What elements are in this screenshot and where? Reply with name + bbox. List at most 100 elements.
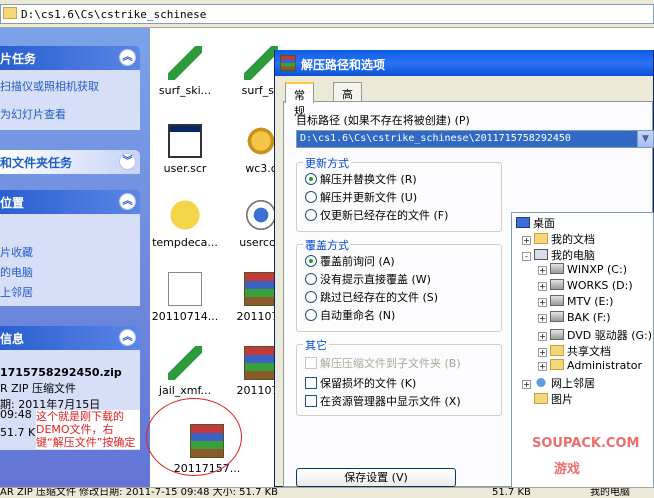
picture-tasks-header[interactable]: 片任务 ︽ — [0, 46, 140, 70]
expand-icon[interactable]: + — [522, 380, 531, 389]
collapse-icon[interactable]: - — [522, 252, 531, 261]
annotation-circle — [146, 398, 242, 476]
file-name: tempdeca... — [152, 236, 218, 249]
tree-label: BAK (F:) — [567, 311, 611, 324]
expand-icon[interactable]: + — [538, 282, 547, 291]
details-header[interactable]: 信息 ︽ — [0, 326, 140, 350]
radio-skip-existing[interactable]: 跳过已经存在的文件 (S) — [305, 289, 438, 304]
checkbox-icon[interactable] — [305, 377, 317, 389]
place-my-computer-link[interactable]: 的电脑 — [0, 264, 33, 280]
folder-icon — [3, 7, 17, 19]
tab-advanced[interactable]: 高级 — [333, 82, 362, 117]
general-panel: 目标路径 (如果不存在将被创建) (P) D:\cs1.6\Cs\cstrike… — [283, 101, 654, 488]
place-my-pictures-link[interactable]: 片收藏 — [0, 244, 33, 260]
check-extract-subfolder: 解压压缩文件到子文件夹 (B) — [305, 355, 461, 370]
file-item[interactable]: jail_xmf... — [150, 346, 220, 397]
check-keep-broken[interactable]: 保留损坏的文件 (K) — [305, 375, 416, 390]
collapse-chevron-icon[interactable]: ︽ — [119, 193, 136, 210]
option-label: 在资源管理器中显示文件 (X) — [320, 395, 461, 408]
dialog-titlebar[interactable]: 解压路径和选项 — [275, 50, 653, 76]
option-label: 自动重命名 (N) — [320, 309, 396, 322]
radio-button-icon[interactable] — [305, 273, 317, 285]
file-item[interactable]: tempdeca... — [150, 198, 220, 249]
radio-button-icon[interactable] — [305, 173, 317, 185]
expand-icon[interactable]: + — [538, 362, 547, 371]
paintbrush-icon — [244, 46, 278, 80]
screensaver-icon — [168, 124, 202, 158]
save-settings-button[interactable]: 保存设置 (V) — [296, 468, 456, 487]
tree-item-administrator[interactable]: + Administrator — [538, 359, 642, 375]
radio-button-icon[interactable] — [305, 255, 317, 267]
file-name: surf_ski... — [158, 84, 212, 97]
expand-icon[interactable]: + — [538, 332, 547, 341]
file-folder-tasks-title: 和文件夹任务 — [0, 156, 73, 170]
radio-update-existing[interactable]: 仅更新已经存在的文件 (F) — [305, 207, 448, 222]
target-path-combobox[interactable]: D:\cs1.6\Cs\cstrike_schinese\20117157582… — [296, 130, 654, 148]
option-label: 解压并更新文件 (U) — [320, 191, 418, 204]
expand-icon[interactable]: + — [538, 298, 547, 307]
tree-item-network[interactable]: + 网上邻居 — [522, 375, 595, 391]
tree-label: 桌面 — [533, 217, 555, 230]
tree-item-drive-c[interactable]: + WINXP (C:) — [538, 263, 627, 279]
tree-label: 图片 — [551, 393, 573, 406]
computer-icon — [534, 249, 548, 260]
tree-item-drive-g[interactable]: + DVD 驱动器 (G:) — [538, 327, 652, 343]
radio-button-icon[interactable] — [305, 191, 317, 203]
radio-ask-before[interactable]: 覆盖前询问 (A) — [305, 253, 395, 268]
option-label: 解压压缩文件到子文件夹 (B) — [320, 357, 461, 370]
other-places-header[interactable]: 位置 ︽ — [0, 190, 140, 214]
expand-icon[interactable]: + — [538, 314, 547, 323]
folder-icon — [550, 345, 564, 356]
collapse-chevron-icon[interactable]: ︽ — [119, 49, 136, 66]
radio-button-icon[interactable] — [305, 291, 317, 303]
expand-icon[interactable]: + — [522, 236, 531, 245]
tree-item-my-documents[interactable]: + 我的文档 — [522, 231, 595, 247]
tree-item-shared-docs[interactable]: + 共享文档 — [538, 343, 611, 359]
picture-tasks-body: 扫描仪或照相机获取 为幻灯片查看 — [0, 70, 140, 130]
expand-chevron-icon[interactable]: ︾ — [119, 153, 136, 170]
tree-item-drive-d[interactable]: + WORKS (D:) — [538, 279, 633, 295]
tree-item-pictures[interactable]: 图片 — [534, 391, 573, 407]
paintbrush-icon — [168, 346, 202, 380]
tree-label: 共享文档 — [567, 345, 611, 358]
picture-tasks-title: 片任务 — [0, 52, 37, 66]
status-bar: AR ZIP 压缩文件 修改日期: 2011-7-15 09:48 大小: 51… — [0, 487, 654, 498]
watermark-site: SOUPACK.COM — [532, 436, 640, 451]
file-folder-tasks-header[interactable]: 和文件夹任务 ︾ — [0, 150, 140, 174]
details-time: 09:48 — [0, 408, 32, 421]
file-item[interactable]: user.scr — [150, 124, 220, 175]
desktop-icon — [516, 217, 530, 228]
status-location: 我的电脑 — [590, 487, 630, 498]
drive-icon — [550, 329, 564, 340]
radio-overwrite-silent[interactable]: 没有提示直接覆盖 (W) — [305, 271, 431, 286]
file-item[interactable]: 20110714... — [150, 272, 220, 323]
radio-extract-replace[interactable]: 解压并替换文件 (R) — [305, 171, 417, 186]
radio-button-icon[interactable] — [305, 309, 317, 321]
folder-icon — [534, 393, 548, 404]
checkbox-icon[interactable] — [305, 395, 317, 407]
place-network-link[interactable]: 上邻居 — [0, 284, 33, 300]
status-file-info: AR ZIP 压缩文件 修改日期: 2011-7-15 09:48 大小: 51… — [0, 487, 279, 498]
collapse-chevron-icon[interactable]: ︽ — [119, 329, 136, 346]
tree-item-drive-e[interactable]: + MTV (E:) — [538, 295, 613, 311]
update-mode-title: 更新方式 — [303, 155, 351, 171]
check-show-in-explorer[interactable]: 在资源管理器中显示文件 (X) — [305, 393, 461, 408]
radio-button-icon[interactable] — [305, 209, 317, 221]
radio-auto-rename[interactable]: 自动重命名 (N) — [305, 307, 395, 322]
dialog-title: 解压路径和选项 — [301, 58, 386, 72]
radio-extract-update[interactable]: 解压并更新文件 (U) — [305, 189, 417, 204]
expand-icon[interactable]: + — [538, 348, 547, 357]
smiley-icon — [168, 198, 202, 232]
tree-item-my-computer[interactable]: - 我的电脑 — [522, 247, 595, 263]
tab-general[interactable]: 常规 — [285, 82, 314, 118]
task-scanner-link[interactable]: 扫描仪或照相机获取 — [0, 78, 99, 94]
file-item[interactable]: surf_ski... — [150, 46, 220, 97]
expand-icon[interactable]: + — [538, 266, 547, 275]
task-slideshow-link[interactable]: 为幻灯片查看 — [0, 106, 66, 122]
chevron-down-icon[interactable]: ▼ — [637, 131, 653, 147]
address-input[interactable]: D:\cs1.6\Cs\cstrike_schinese — [0, 4, 654, 24]
address-bar: D:\cs1.6\Cs\cstrike_schinese — [0, 0, 654, 28]
tree-item-desktop[interactable]: 桌面 — [516, 215, 555, 231]
tree-item-drive-f[interactable]: + BAK (F:) — [538, 311, 611, 327]
tree-label: 网上邻居 — [551, 377, 595, 390]
